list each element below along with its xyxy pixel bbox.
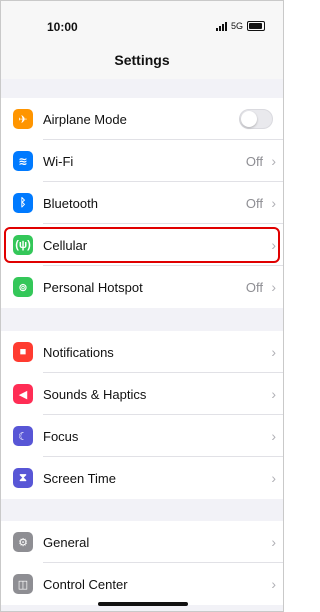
notifications-label: Notifications xyxy=(43,344,114,360)
chevron-right-icon: › xyxy=(271,153,276,169)
general-settings: ⚙ General › ◫ Control Center › xyxy=(1,521,283,605)
focus-moon-icon: ☾ xyxy=(13,426,33,446)
control-center-row[interactable]: ◫ Control Center › xyxy=(1,563,283,605)
gear-icon: ⚙ xyxy=(13,532,33,552)
sounds-haptics-row[interactable]: ◀ Sounds & Haptics › xyxy=(1,373,283,415)
general-row[interactable]: ⚙ General › xyxy=(1,521,283,563)
chevron-right-icon: › xyxy=(271,237,276,253)
network-type: 5G xyxy=(230,21,243,31)
status-time: 10:00 xyxy=(47,20,78,34)
settings-screen: 10:00 5G Settings ✈ Airplane Mode ≋ Wi-F… xyxy=(0,0,284,612)
hourglass-icon: ⧗ xyxy=(13,468,33,488)
chevron-right-icon: › xyxy=(271,344,276,360)
home-indicator[interactable] xyxy=(98,602,188,606)
wifi-label: Wi-Fi xyxy=(43,153,74,169)
hotspot-icon: ⊚ xyxy=(13,277,33,297)
personal-hotspot-label: Personal Hotspot xyxy=(43,279,143,295)
airplane-mode-row[interactable]: ✈ Airplane Mode xyxy=(1,98,283,140)
notifications-row[interactable]: ■ Notifications › xyxy=(1,331,283,373)
page-title: Settings xyxy=(114,52,170,68)
bluetooth-icon: ᛒ xyxy=(13,193,33,213)
chevron-right-icon: › xyxy=(271,195,276,211)
screen-time-row[interactable]: ⧗ Screen Time › xyxy=(1,457,283,499)
cellular-row[interactable]: (ψ) Cellular › xyxy=(1,224,283,266)
focus-label: Focus xyxy=(43,428,79,444)
personal-hotspot-status: Off xyxy=(245,279,263,295)
control-center-icon: ◫ xyxy=(13,574,33,594)
navigation-area: 10:00 5G Settings xyxy=(1,1,283,79)
airplane-mode-label: Airplane Mode xyxy=(43,111,127,127)
wifi-status: Off xyxy=(245,153,263,169)
chevron-right-icon: › xyxy=(271,279,276,295)
cellular-icon: (ψ) xyxy=(13,235,33,255)
screen-time-label: Screen Time xyxy=(43,470,116,486)
chevron-right-icon: › xyxy=(271,386,276,402)
general-label: General xyxy=(43,534,90,550)
notification-settings: ■ Notifications › ◀ Sounds & Haptics › ☾… xyxy=(1,331,283,499)
wifi-icon: ≋ xyxy=(13,151,33,171)
cellular-signal-icon xyxy=(215,21,227,31)
chevron-right-icon: › xyxy=(271,534,276,550)
chevron-right-icon: › xyxy=(271,576,276,592)
cellular-label: Cellular xyxy=(43,237,88,253)
personal-hotspot-row[interactable]: ⊚ Personal Hotspot Off › xyxy=(1,266,283,308)
battery-icon xyxy=(247,21,265,31)
status-indicators: 5G xyxy=(215,21,265,31)
wifi-row[interactable]: ≋ Wi-Fi Off › xyxy=(1,140,283,182)
chevron-right-icon: › xyxy=(271,470,276,486)
focus-row[interactable]: ☾ Focus › xyxy=(1,415,283,457)
bluetooth-label: Bluetooth xyxy=(43,195,98,211)
connectivity-settings: ✈ Airplane Mode ≋ Wi-Fi Off › ᛒ Bluetoot… xyxy=(1,98,283,308)
sounds-haptics-label: Sounds & Haptics xyxy=(43,386,147,402)
sound-icon: ◀ xyxy=(13,384,33,404)
bluetooth-status: Off xyxy=(245,195,263,211)
bluetooth-row[interactable]: ᛒ Bluetooth Off › xyxy=(1,182,283,224)
chevron-right-icon: › xyxy=(271,428,276,444)
airplane-icon: ✈ xyxy=(13,109,33,129)
airplane-mode-toggle[interactable] xyxy=(239,109,273,129)
notifications-icon: ■ xyxy=(13,342,33,362)
control-center-label: Control Center xyxy=(43,576,128,592)
